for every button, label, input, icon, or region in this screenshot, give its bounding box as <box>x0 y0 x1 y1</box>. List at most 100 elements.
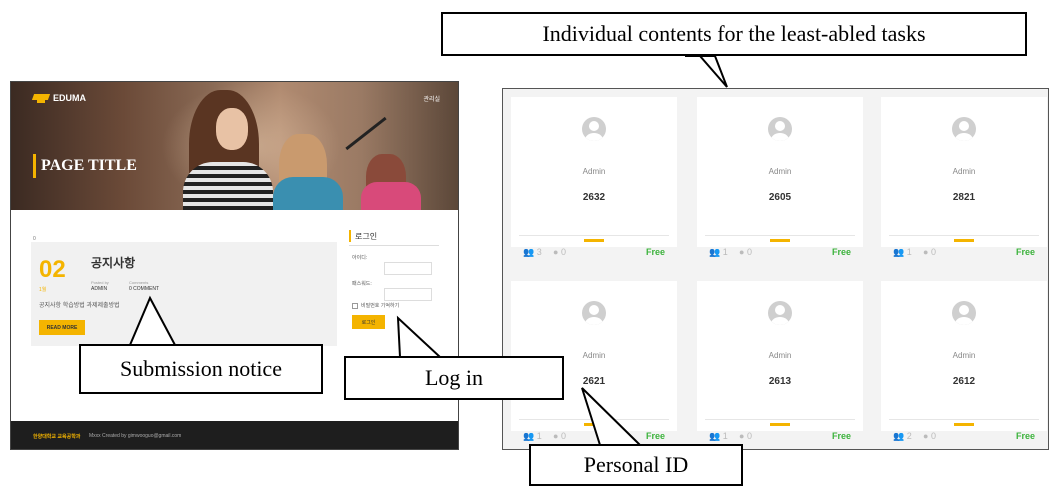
card-author: Admin <box>952 351 976 360</box>
card-accent-bar <box>770 239 790 242</box>
comments-count-value: 0 <box>930 431 936 441</box>
card-divider <box>889 235 1039 236</box>
comments-count-value: 0 <box>560 247 566 257</box>
card-footer: 👥 1 ● 0 Free <box>881 243 1047 265</box>
students-count: 👥 2 <box>893 431 912 442</box>
card-divider <box>705 235 855 236</box>
comment-icon: ● <box>923 247 929 257</box>
price-label: Free <box>831 247 851 257</box>
card-author: Admin <box>768 167 792 176</box>
students-count-value: 1 <box>906 247 912 257</box>
students-count: 👥 3 <box>523 247 542 258</box>
login-widget: 로그인 아이디: 패스워드: 비밀번호 기억하기 로그인 <box>349 230 444 338</box>
price-label: Free <box>645 431 665 441</box>
hero-student-face <box>216 108 248 150</box>
students-count-value: 1 <box>536 431 542 441</box>
comments-label: Comments <box>129 280 149 285</box>
students-count-value: 1 <box>722 431 728 441</box>
students-count: 👥 1 <box>709 247 728 258</box>
comment-icon: ● <box>553 431 559 441</box>
comments-count: ● 0 <box>553 431 566 441</box>
card-personal-id[interactable]: 2613 <box>697 376 863 387</box>
password-input[interactable] <box>384 288 432 301</box>
callout-log-in: Log in <box>344 356 564 400</box>
author-avatar-icon <box>582 301 606 325</box>
author-avatar-icon <box>582 117 606 141</box>
author-avatar-icon <box>768 117 792 141</box>
card-personal-id[interactable]: 2632 <box>511 192 677 203</box>
comments-count-value: 0 <box>746 247 752 257</box>
card-divider <box>519 235 669 236</box>
card-personal-id[interactable]: 2612 <box>881 376 1047 387</box>
students-count: 👥 1 <box>709 431 728 442</box>
author-avatar-icon <box>768 301 792 325</box>
card-accent-bar <box>954 239 974 242</box>
course-cards-screenshot: Admin 2632 👥 3 ● 0 Free Admin 2605 👥 1 ● 0 Free Ad… <box>502 88 1049 450</box>
card-footer: 👥 2 ● 0 Free <box>881 427 1047 449</box>
post-month: 1월 <box>39 287 47 293</box>
users-icon: 👥 <box>523 247 535 257</box>
hero-student-shirt <box>183 162 273 210</box>
comment-icon: ● <box>553 247 559 257</box>
footer-brand[interactable]: 한양대학교 교육공학과 <box>33 433 80 440</box>
card-author: Admin <box>582 167 606 176</box>
posted-by-value[interactable]: ADMIN <box>91 286 107 292</box>
card-accent-bar <box>584 423 604 426</box>
post-title[interactable]: 공지사항 <box>91 254 135 271</box>
post-excerpt: 공지사항 학습방법 과제제출방법 <box>39 303 120 309</box>
login-divider <box>349 245 439 246</box>
site-logo[interactable]: EDUMA <box>33 92 86 104</box>
course-card[interactable]: Admin 2605 <box>697 97 863 247</box>
comments-count: ● 0 <box>923 247 936 257</box>
page-title: PAGE TITLE <box>41 157 137 174</box>
posted-by-label: Posted by <box>91 280 109 285</box>
read-more-button[interactable]: READ MORE <box>39 320 85 335</box>
students-count: 👥 1 <box>523 431 542 442</box>
card-accent-bar <box>584 239 604 242</box>
card-personal-id[interactable]: 2605 <box>697 192 863 203</box>
card-footer: 👥 3 ● 0 Free <box>511 243 677 265</box>
remember-me[interactable]: 비밀번호 기억하기 <box>352 302 399 309</box>
users-icon: 👥 <box>523 431 535 441</box>
graduation-cap-icon <box>33 92 49 104</box>
price-label: Free <box>1015 247 1035 257</box>
students-count-value: 3 <box>536 247 542 257</box>
callout-individual-contents: Individual contents for the least-abled … <box>441 12 1027 56</box>
comment-icon: ● <box>739 247 745 257</box>
notice-post-card: 02 1월 공지사항 Posted by ADMIN Comments 0 CO… <box>31 242 337 346</box>
callout-personal-id: Personal ID <box>529 444 743 486</box>
users-icon: 👥 <box>893 247 905 257</box>
username-input[interactable] <box>384 262 432 275</box>
course-card[interactable]: Admin 2821 <box>881 97 1047 247</box>
comments-count-value: 0 <box>930 247 936 257</box>
card-author: Admin <box>768 351 792 360</box>
logo-text: EDUMA <box>53 93 86 103</box>
course-card[interactable]: Admin 2612 <box>881 281 1047 431</box>
card-accent-bar <box>954 423 974 426</box>
students-count: 👥 1 <box>893 247 912 258</box>
header-account-link[interactable]: 관리실 <box>423 94 440 103</box>
course-card[interactable]: Admin 2613 <box>697 281 863 431</box>
card-footer: 👥 1 ● 0 Free <box>697 243 863 265</box>
hero-pencil <box>345 116 387 151</box>
comments-value: 0 COMMENT <box>129 286 159 292</box>
callout-submission-notice: Submission notice <box>79 344 323 394</box>
site-footer: 한양대학교 교육공학과 Mxxx Created by gimwooguo@gm… <box>11 421 458 449</box>
remember-checkbox[interactable] <box>352 302 358 309</box>
card-divider <box>889 419 1039 420</box>
users-icon: 👥 <box>709 247 721 257</box>
post-day: 02 <box>39 256 66 283</box>
comment-icon: ● <box>923 431 929 441</box>
hero-student-2-shirt <box>273 177 343 210</box>
login-title-accent <box>349 230 351 242</box>
price-label: Free <box>1015 431 1035 441</box>
comments-count-value: 0 <box>560 431 566 441</box>
footer-credit: Mxxx Created by gimwooguo@gmail.com <box>89 433 182 439</box>
students-count-value: 2 <box>906 431 912 441</box>
card-divider <box>705 419 855 420</box>
card-accent-bar <box>770 423 790 426</box>
course-card[interactable]: Admin 2632 <box>511 97 677 247</box>
login-button[interactable]: 로그인 <box>352 315 385 329</box>
comments-count: ● 0 <box>739 431 752 441</box>
card-personal-id[interactable]: 2821 <box>881 192 1047 203</box>
